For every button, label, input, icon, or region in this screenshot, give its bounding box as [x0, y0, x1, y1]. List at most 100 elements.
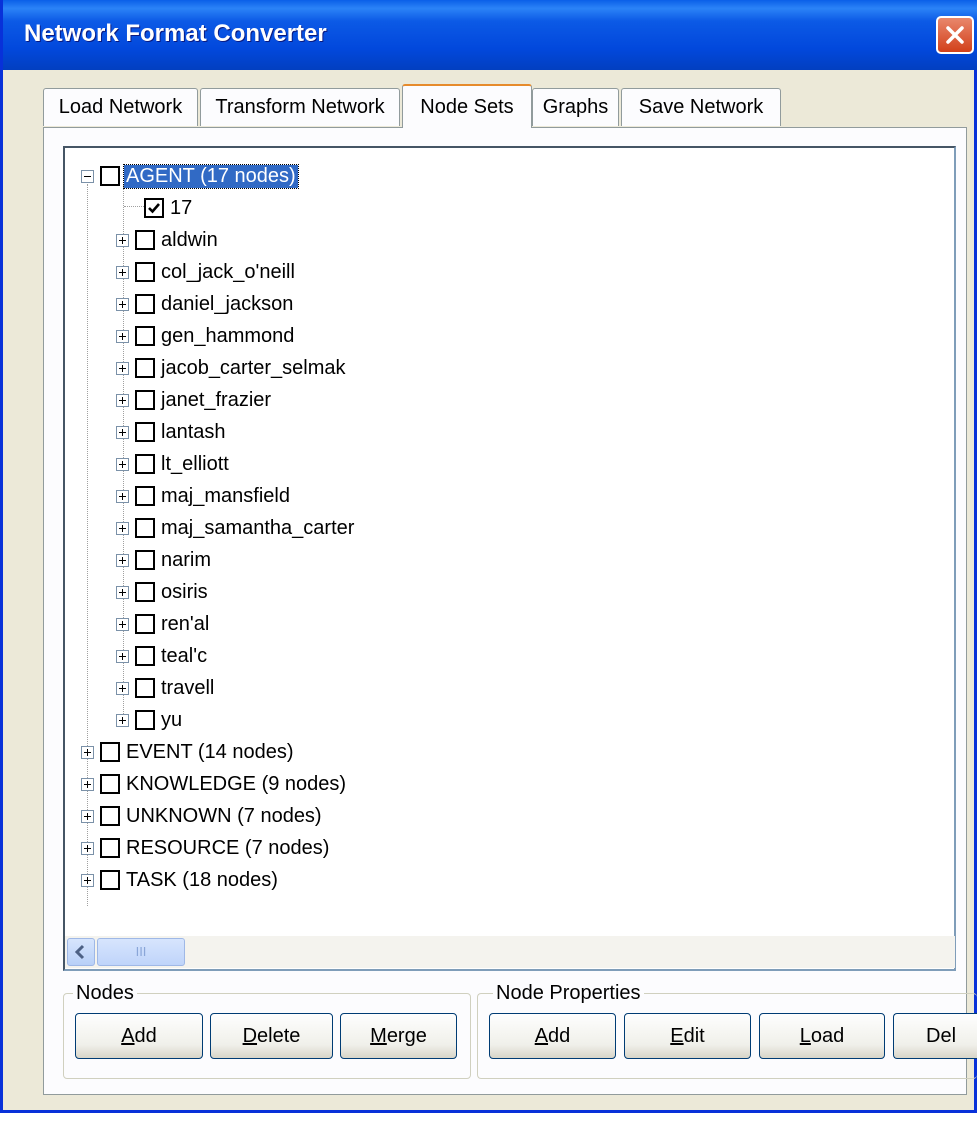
- node-set-tree[interactable]: AGENT (17 nodes) 17 aldwin col_jack_o'ne…: [63, 146, 956, 971]
- tree-item[interactable]: jacob_carter_selmak: [116, 352, 348, 384]
- tab-load-network[interactable]: Load Network: [43, 88, 198, 126]
- nodes-add-button[interactable]: Add: [75, 1013, 203, 1059]
- checkbox[interactable]: [100, 838, 120, 858]
- tree-item[interactable]: col_jack_o'neill: [116, 256, 297, 288]
- tree-item[interactable]: ren'al: [116, 608, 211, 640]
- properties-delete-button[interactable]: Del: [893, 1013, 977, 1059]
- checkbox[interactable]: [135, 518, 155, 538]
- tree-root-agent[interactable]: AGENT (17 nodes): [81, 160, 299, 192]
- properties-load-button[interactable]: Load: [759, 1013, 885, 1059]
- checkbox[interactable]: [135, 326, 155, 346]
- expand-icon[interactable]: [116, 233, 129, 247]
- expand-icon[interactable]: [116, 585, 129, 599]
- expand-icon[interactable]: [116, 265, 129, 279]
- tree-root-task[interactable]: TASK (18 nodes): [81, 864, 280, 896]
- tab-label: Load Network: [58, 96, 183, 118]
- tree-root-resource[interactable]: RESOURCE (7 nodes): [81, 832, 331, 864]
- checkbox[interactable]: [100, 742, 120, 762]
- tab-transform-network[interactable]: Transform Network: [200, 88, 400, 126]
- checkbox[interactable]: [135, 550, 155, 570]
- checkbox-checked[interactable]: [144, 198, 164, 218]
- expand-icon[interactable]: [116, 329, 129, 343]
- tree-item[interactable]: lt_elliott: [116, 448, 231, 480]
- nodes-merge-button[interactable]: Merge: [340, 1013, 457, 1059]
- tree-label: janet_frazier: [161, 388, 272, 411]
- expand-icon[interactable]: [116, 649, 129, 663]
- checkbox[interactable]: [135, 294, 155, 314]
- close-button[interactable]: [936, 16, 974, 54]
- tree-item[interactable]: 17: [144, 192, 194, 224]
- expand-icon[interactable]: [116, 425, 129, 439]
- nodes-delete-button[interactable]: Delete: [210, 1013, 333, 1059]
- mnemonic: D: [242, 1024, 258, 1047]
- tree-item[interactable]: lantash: [116, 416, 228, 448]
- expand-icon[interactable]: [116, 361, 129, 375]
- properties-add-button[interactable]: Add: [489, 1013, 616, 1059]
- mnemonic: L: [799, 1024, 811, 1047]
- expand-icon[interactable]: [116, 553, 129, 567]
- expand-icon[interactable]: [116, 617, 129, 631]
- tab-label: Transform Network: [215, 96, 385, 118]
- expand-icon[interactable]: [116, 681, 129, 695]
- tree-item[interactable]: janet_frazier: [116, 384, 273, 416]
- checkbox[interactable]: [100, 806, 120, 826]
- checkbox[interactable]: [135, 262, 155, 282]
- expand-icon[interactable]: [116, 457, 129, 471]
- tab-graphs[interactable]: Graphs: [532, 88, 619, 126]
- checkbox[interactable]: [135, 646, 155, 666]
- tree-item[interactable]: travell: [116, 672, 216, 704]
- checkbox[interactable]: [135, 678, 155, 698]
- expand-icon[interactable]: [116, 393, 129, 407]
- tree-item[interactable]: daniel_jackson: [116, 288, 295, 320]
- expand-icon[interactable]: [116, 489, 129, 503]
- tree-item[interactable]: narim: [116, 544, 213, 576]
- tree-root-unknown[interactable]: UNKNOWN (7 nodes): [81, 800, 324, 832]
- thumb-grip: III: [135, 944, 147, 959]
- expand-icon[interactable]: [116, 521, 129, 535]
- checkbox[interactable]: [135, 710, 155, 730]
- checkbox[interactable]: [135, 454, 155, 474]
- tree-root-knowledge[interactable]: KNOWLEDGE (9 nodes): [81, 768, 348, 800]
- node-properties-group-title: Node Properties: [493, 982, 644, 1005]
- tree-label: travell: [161, 676, 215, 699]
- tree-item[interactable]: yu: [116, 704, 184, 736]
- properties-edit-button[interactable]: Edit: [624, 1013, 751, 1059]
- close-icon: [946, 26, 964, 44]
- tab-node-sets[interactable]: Node Sets: [402, 84, 532, 128]
- expand-icon[interactable]: [116, 713, 129, 727]
- expand-icon[interactable]: [81, 809, 94, 823]
- expand-icon[interactable]: [81, 777, 94, 791]
- expand-icon[interactable]: [81, 745, 94, 759]
- scroll-thumb[interactable]: III: [97, 938, 185, 966]
- horizontal-scrollbar[interactable]: III: [65, 936, 955, 968]
- button-label: Del: [926, 1024, 957, 1047]
- tree-label: teal'c: [161, 644, 208, 667]
- checkbox[interactable]: [100, 870, 120, 890]
- tree-item[interactable]: teal'c: [116, 640, 209, 672]
- expand-icon[interactable]: [81, 873, 94, 887]
- checkbox[interactable]: [135, 390, 155, 410]
- tree-item[interactable]: osiris: [116, 576, 210, 608]
- expand-icon[interactable]: [116, 297, 129, 311]
- checkbox[interactable]: [100, 166, 120, 186]
- scroll-left-button[interactable]: [67, 938, 95, 966]
- tree-root-event[interactable]: EVENT (14 nodes): [81, 736, 296, 768]
- tree-label: EVENT (14 nodes): [126, 740, 294, 763]
- checkbox[interactable]: [135, 582, 155, 602]
- collapse-icon[interactable]: [81, 169, 94, 183]
- tree-item[interactable]: aldwin: [116, 224, 220, 256]
- title-bar[interactable]: Network Format Converter: [3, 0, 977, 70]
- tab-save-network[interactable]: Save Network: [621, 88, 781, 126]
- checkbox[interactable]: [135, 614, 155, 634]
- expand-icon[interactable]: [81, 841, 94, 855]
- checkbox[interactable]: [135, 230, 155, 250]
- checkbox[interactable]: [100, 774, 120, 794]
- tree-item[interactable]: gen_hammond: [116, 320, 296, 352]
- tree-label: osiris: [161, 580, 208, 603]
- tree-item[interactable]: maj_mansfield: [116, 480, 292, 512]
- tree-item[interactable]: maj_samantha_carter: [116, 512, 356, 544]
- checkbox[interactable]: [135, 486, 155, 506]
- checkbox[interactable]: [135, 422, 155, 442]
- checkbox[interactable]: [135, 358, 155, 378]
- tree-label: aldwin: [161, 228, 218, 251]
